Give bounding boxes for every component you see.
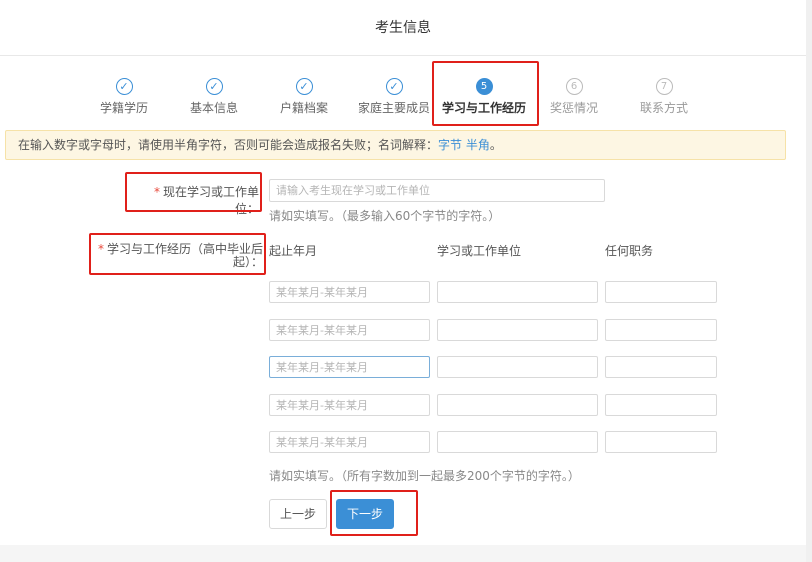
- history-period-input[interactable]: [269, 431, 430, 453]
- notice-end: 。: [489, 138, 502, 152]
- highlight-box-active-step: [432, 61, 539, 126]
- history-position-input[interactable]: [605, 281, 717, 303]
- history-period-input[interactable]: [269, 319, 430, 341]
- step-jiangcheng-qingkuang[interactable]: 6 奖惩情况: [524, 78, 624, 116]
- history-period-input[interactable]: [269, 356, 430, 378]
- step-jiating-chengyuan[interactable]: ✓ 家庭主要成员: [344, 78, 444, 116]
- step-progress: ✓ 学籍学历 ✓ 基本信息 ✓ 户籍档案 ✓ 家庭主要成员 5 学习与工作经历 …: [0, 78, 806, 118]
- history-position-input[interactable]: [605, 319, 717, 341]
- notice-banner: 在输入数字或字母时，请使用半角字符，否则可能会造成报名失败；名词解释：字节 半角…: [5, 130, 786, 160]
- highlight-box-next-button: [330, 490, 418, 536]
- highlight-box-history: [89, 233, 266, 275]
- page-title: 考生信息: [0, 0, 806, 56]
- history-unit-input[interactable]: [437, 394, 598, 416]
- column-period: 起止年月: [269, 244, 318, 258]
- step-label: 基本信息: [189, 101, 238, 115]
- highlight-box-current-unit: [125, 172, 262, 212]
- step-jiben-xinxi[interactable]: ✓ 基本信息: [164, 78, 264, 116]
- check-icon: ✓: [385, 78, 403, 95]
- check-icon: ✓: [205, 78, 223, 95]
- check-icon: ✓: [295, 78, 313, 95]
- column-unit: 学习或工作单位: [437, 244, 522, 258]
- history-unit-input[interactable]: [437, 356, 598, 378]
- step-label: 户籍档案: [279, 101, 328, 115]
- history-unit-input[interactable]: [437, 281, 598, 303]
- notice-text: 在输入数字或字母时，请使用半角字符，否则可能会造成报名失败；名词解释：: [18, 138, 439, 152]
- check-icon: ✓: [115, 78, 133, 95]
- history-unit-input[interactable]: [437, 431, 598, 453]
- step-number-icon: 6: [565, 78, 583, 95]
- step-label: 家庭主要成员: [357, 101, 430, 115]
- link-banjiao[interactable]: 半角: [466, 138, 490, 152]
- step-label: 奖惩情况: [549, 101, 598, 115]
- history-position-input[interactable]: [605, 394, 717, 416]
- prev-button[interactable]: 上一步: [269, 499, 327, 529]
- step-number-icon: 7: [655, 78, 673, 95]
- page: 考生信息 ✓ 学籍学历 ✓ 基本信息 ✓ 户籍档案 ✓ 家庭主要成员 5 学习与…: [0, 0, 806, 562]
- step-lianxi-fangshi[interactable]: 7 联系方式: [614, 78, 714, 116]
- scrollbar[interactable]: [806, 0, 812, 562]
- step-label: 联系方式: [639, 101, 688, 115]
- history-period-input[interactable]: [269, 281, 430, 303]
- history-unit-input[interactable]: [437, 319, 598, 341]
- step-xueji-xueli[interactable]: ✓ 学籍学历: [74, 78, 174, 116]
- current-unit-input[interactable]: [269, 179, 605, 202]
- step-label: 学籍学历: [99, 101, 148, 115]
- history-hint: 请如实填写。（所有字数加到一起最多200个字节的字符。）: [269, 469, 580, 483]
- form-card: 考生信息 ✓ 学籍学历 ✓ 基本信息 ✓ 户籍档案 ✓ 家庭主要成员 5 学习与…: [0, 0, 806, 545]
- step-huji-dangan[interactable]: ✓ 户籍档案: [254, 78, 354, 116]
- column-position: 任何职务: [605, 244, 654, 258]
- history-period-input[interactable]: [269, 394, 430, 416]
- current-unit-hint: 请如实填写。（最多输入60个字节的字符。）: [269, 209, 501, 223]
- link-zijie[interactable]: 字节: [438, 138, 462, 152]
- history-position-input[interactable]: [605, 356, 717, 378]
- history-position-input[interactable]: [605, 431, 717, 453]
